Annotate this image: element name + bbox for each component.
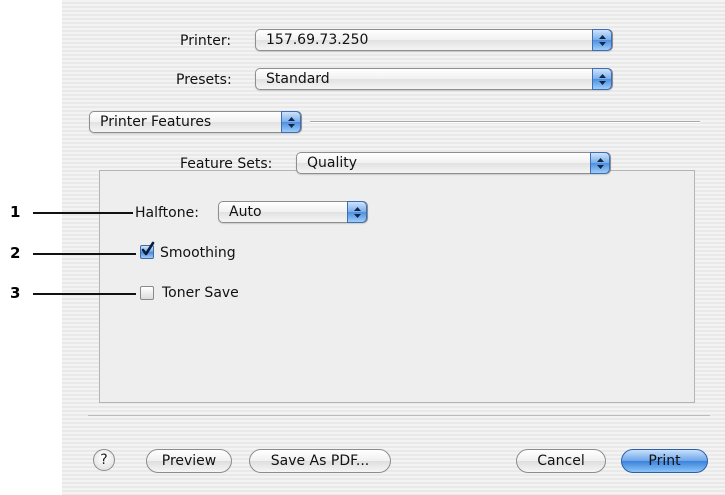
bottom-separator xyxy=(88,415,710,416)
popup-arrows-icon xyxy=(592,68,612,90)
feature-sets-label: Feature Sets: xyxy=(180,156,273,172)
popup-arrows-icon xyxy=(347,201,367,223)
feature-sets-value: Quality xyxy=(307,155,358,171)
cancel-button[interactable]: Cancel xyxy=(516,449,606,473)
save-as-pdf-button[interactable]: Save As PDF... xyxy=(249,449,391,473)
printer-value: 157.69.73.250 xyxy=(266,32,369,48)
callout-3: 3 xyxy=(10,284,21,302)
toner-save-checkbox[interactable] xyxy=(140,286,154,300)
panel-selector-popup[interactable]: Printer Features xyxy=(89,111,302,133)
panel-separator-highlight xyxy=(310,122,700,123)
preview-button[interactable]: Preview xyxy=(146,449,232,473)
print-button[interactable]: Print xyxy=(621,449,708,473)
smoothing-label[interactable]: Smoothing xyxy=(160,245,236,261)
halftone-popup[interactable]: Auto xyxy=(218,201,368,223)
printer-popup[interactable]: 157.69.73.250 xyxy=(255,29,613,51)
checkmark-icon xyxy=(141,241,155,256)
callout-2: 2 xyxy=(10,244,21,262)
panel-selector-value: Printer Features xyxy=(100,114,212,130)
presets-popup[interactable]: Standard xyxy=(255,68,613,90)
popup-arrows-icon xyxy=(592,29,612,51)
toner-save-label[interactable]: Toner Save xyxy=(162,285,239,301)
halftone-value: Auto xyxy=(229,204,262,220)
callout-2-line xyxy=(33,253,136,255)
popup-arrows-icon xyxy=(590,152,610,174)
presets-value: Standard xyxy=(266,71,330,87)
smoothing-checkbox[interactable] xyxy=(140,241,155,259)
halftone-label: Halftone: xyxy=(135,205,199,221)
printer-label: Printer: xyxy=(180,33,232,49)
presets-label: Presets: xyxy=(176,72,232,88)
callout-3-line xyxy=(33,293,136,295)
popup-arrows-icon xyxy=(281,111,301,133)
feature-sets-popup[interactable]: Quality xyxy=(296,152,611,174)
callout-1: 1 xyxy=(10,203,21,221)
help-button[interactable]: ? xyxy=(93,449,115,471)
callout-1-line xyxy=(33,212,133,214)
